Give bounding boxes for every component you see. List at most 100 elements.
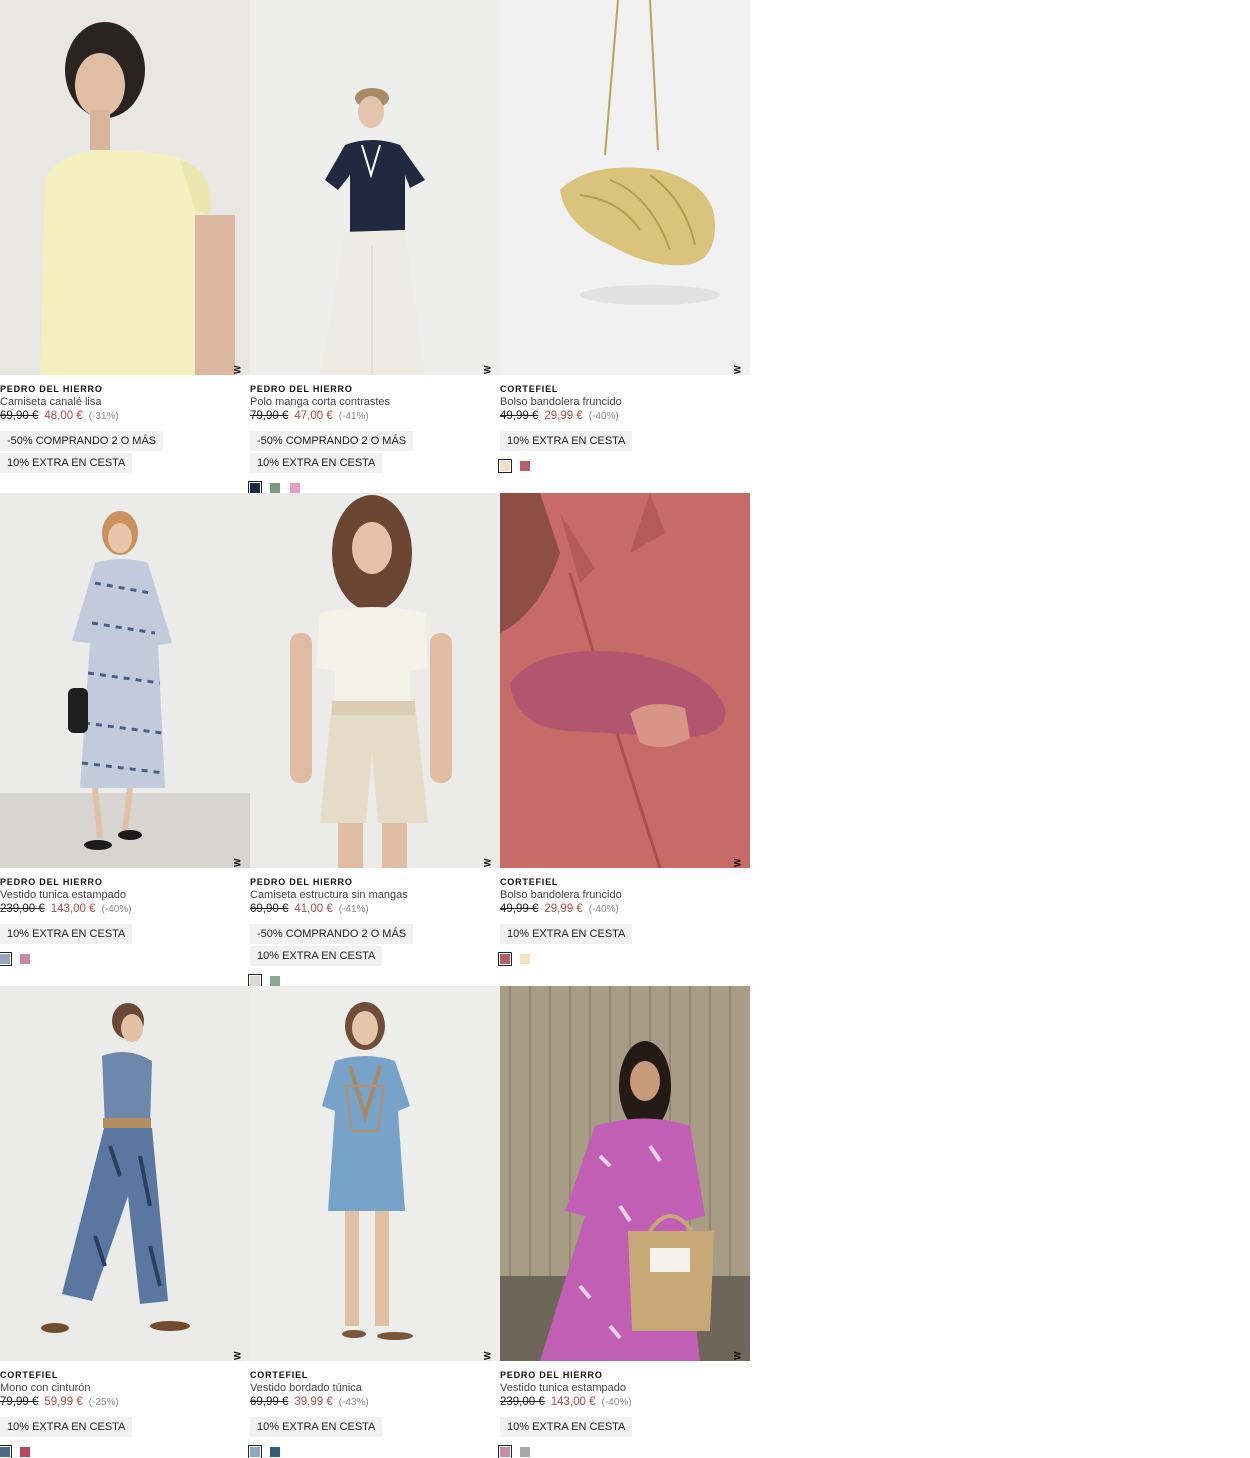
product-prices: 69,90 € 41,00 € (-41%) [250,902,500,917]
promo-badge: 10% EXTRA EN CESTA [250,453,383,473]
product-name[interactable]: Polo manga corta contrastes [250,395,500,409]
promo-badge: 10% EXTRA EN CESTA [0,924,133,944]
old-price: 69,90 € [0,410,39,422]
promo-badge: 10% EXTRA EN CESTA [0,1417,133,1437]
product-name[interactable]: Camiseta estructura sin mangas [250,888,500,902]
color-swatches [248,974,280,988]
discount-percent: (-43%) [338,1397,369,1408]
discount-percent: (-41%) [338,411,369,422]
product-prices: 79,99 € 59,99 € (-25%) [0,1395,250,1410]
color-swatch[interactable] [520,1447,530,1457]
new-badge: NEW [732,1351,742,1361]
product-image[interactable]: NEW [500,986,750,1361]
old-price: 49,99 € [500,903,539,915]
product-info: CORTEFIEL Bolso bandolera fruncido 49,99… [500,384,750,451]
discount-percent: (-31%) [88,411,119,422]
discount-percent: (-40%) [588,904,619,915]
color-swatch[interactable] [498,1445,512,1458]
color-swatch[interactable] [270,1447,280,1457]
color-swatch[interactable] [248,1445,262,1458]
discount-percent: (-40%) [588,411,619,422]
color-swatch[interactable] [0,952,12,966]
old-price: 49,99 € [500,410,539,422]
color-swatches [498,952,530,966]
product-name[interactable]: Vestido tunica estampado [0,888,250,902]
color-swatches [498,459,530,473]
color-swatch[interactable] [290,483,300,493]
product-image[interactable]: NEW [250,986,500,1361]
sale-price: 29,99 € [544,410,583,422]
color-swatch[interactable] [498,952,512,966]
old-price: 69,99 € [250,1396,289,1408]
product-brand: PEDRO DEL HIERRO [0,877,103,887]
color-swatch[interactable] [20,954,30,964]
promo-badge: 10% EXTRA EN CESTA [250,946,383,966]
product-image[interactable]: NEW [0,493,250,868]
new-badge: NEW [232,1351,242,1361]
new-badge: NEW [482,1351,492,1361]
product-image[interactable]: NEW [500,0,750,375]
product-image[interactable]: NEW [250,493,500,868]
product-brand: PEDRO DEL HIERRO [250,384,353,394]
promo-badge: 10% EXTRA EN CESTA [500,431,633,451]
new-badge: NEW [482,858,492,868]
new-badge: NEW [482,365,492,375]
discount-percent: (-40%) [601,1397,632,1408]
product-image[interactable]: NEW [250,0,500,375]
sale-price: 48,00 € [44,410,83,422]
product-brand: CORTEFIEL [500,877,559,887]
sale-price: 143,00 € [50,903,96,915]
product-image[interactable]: NEW [0,986,250,1361]
color-swatch[interactable] [270,976,280,986]
color-swatch[interactable] [248,481,262,495]
product-prices: 79,90 € 47,00 € (-41%) [250,409,500,424]
product-prices: 239,00 € 143,00 € (-40%) [0,902,250,917]
discount-percent: (-40%) [101,904,132,915]
product-brand: CORTEFIEL [500,384,559,394]
product-info: PEDRO DEL HIERRO Vestido tunica estampad… [500,1370,750,1437]
sale-price: 59,99 € [44,1396,83,1408]
product-name[interactable]: Bolso bandolera fruncido [500,888,750,902]
sale-price: 47,00 € [294,410,333,422]
discount-percent: (-41%) [338,904,369,915]
product-brand: PEDRO DEL HIERRO [500,1370,603,1380]
product-brand: CORTEFIEL [250,1370,309,1380]
color-swatch[interactable] [0,1445,12,1458]
product-name[interactable]: Bolso bandolera fruncido [500,395,750,409]
promo-badge: 10% EXTRA EN CESTA [500,1417,633,1437]
product-info: CORTEFIEL Vestido bordado túnica 69,99 €… [250,1370,500,1437]
product-prices: 49,99 € 29,99 € (-40%) [500,409,750,424]
product-info: CORTEFIEL Mono con cinturón 79,99 € 59,99… [0,1370,250,1437]
promo-badge: 10% EXTRA EN CESTA [500,924,633,944]
product-image[interactable]: NEW [0,0,250,375]
product-info: CORTEFIEL Bolso bandolera fruncido 49,99… [500,877,750,944]
color-swatch[interactable] [20,1447,30,1457]
product-name[interactable]: Vestido tunica estampado [500,1381,750,1395]
product-name[interactable]: Camiseta canalé lisa [0,395,250,409]
new-badge: NEW [232,365,242,375]
product-prices: 49,99 € 29,99 € (-40%) [500,902,750,917]
color-swatch[interactable] [248,974,262,988]
promo-badge: 10% EXTRA EN CESTA [250,1417,383,1437]
product-prices: 69,99 € 39,99 € (-43%) [250,1395,500,1410]
sale-price: 143,00 € [550,1396,596,1408]
discount-percent: (-25%) [88,1397,119,1408]
product-brand: CORTEFIEL [0,1370,59,1380]
sale-price: 41,00 € [294,903,333,915]
sale-price: 29,99 € [544,903,583,915]
old-price: 79,90 € [250,410,289,422]
color-swatch[interactable] [520,461,530,471]
color-swatch[interactable] [498,459,512,473]
product-name[interactable]: Mono con cinturón [0,1381,250,1395]
sale-price: 39,99 € [294,1396,333,1408]
product-image[interactable]: NEW [500,493,750,868]
product-brand: PEDRO DEL HIERRO [250,877,353,887]
color-swatch[interactable] [270,483,280,493]
color-swatches [248,481,300,495]
product-name[interactable]: Vestido bordado túnica [250,1381,500,1395]
new-badge: NEW [732,365,742,375]
product-info: PEDRO DEL HIERRO Camiseta estructura sin… [250,877,500,966]
color-swatches [248,1445,280,1458]
color-swatch[interactable] [520,954,530,964]
product-info: PEDRO DEL HIERRO Vestido tunica estampad… [0,877,250,944]
